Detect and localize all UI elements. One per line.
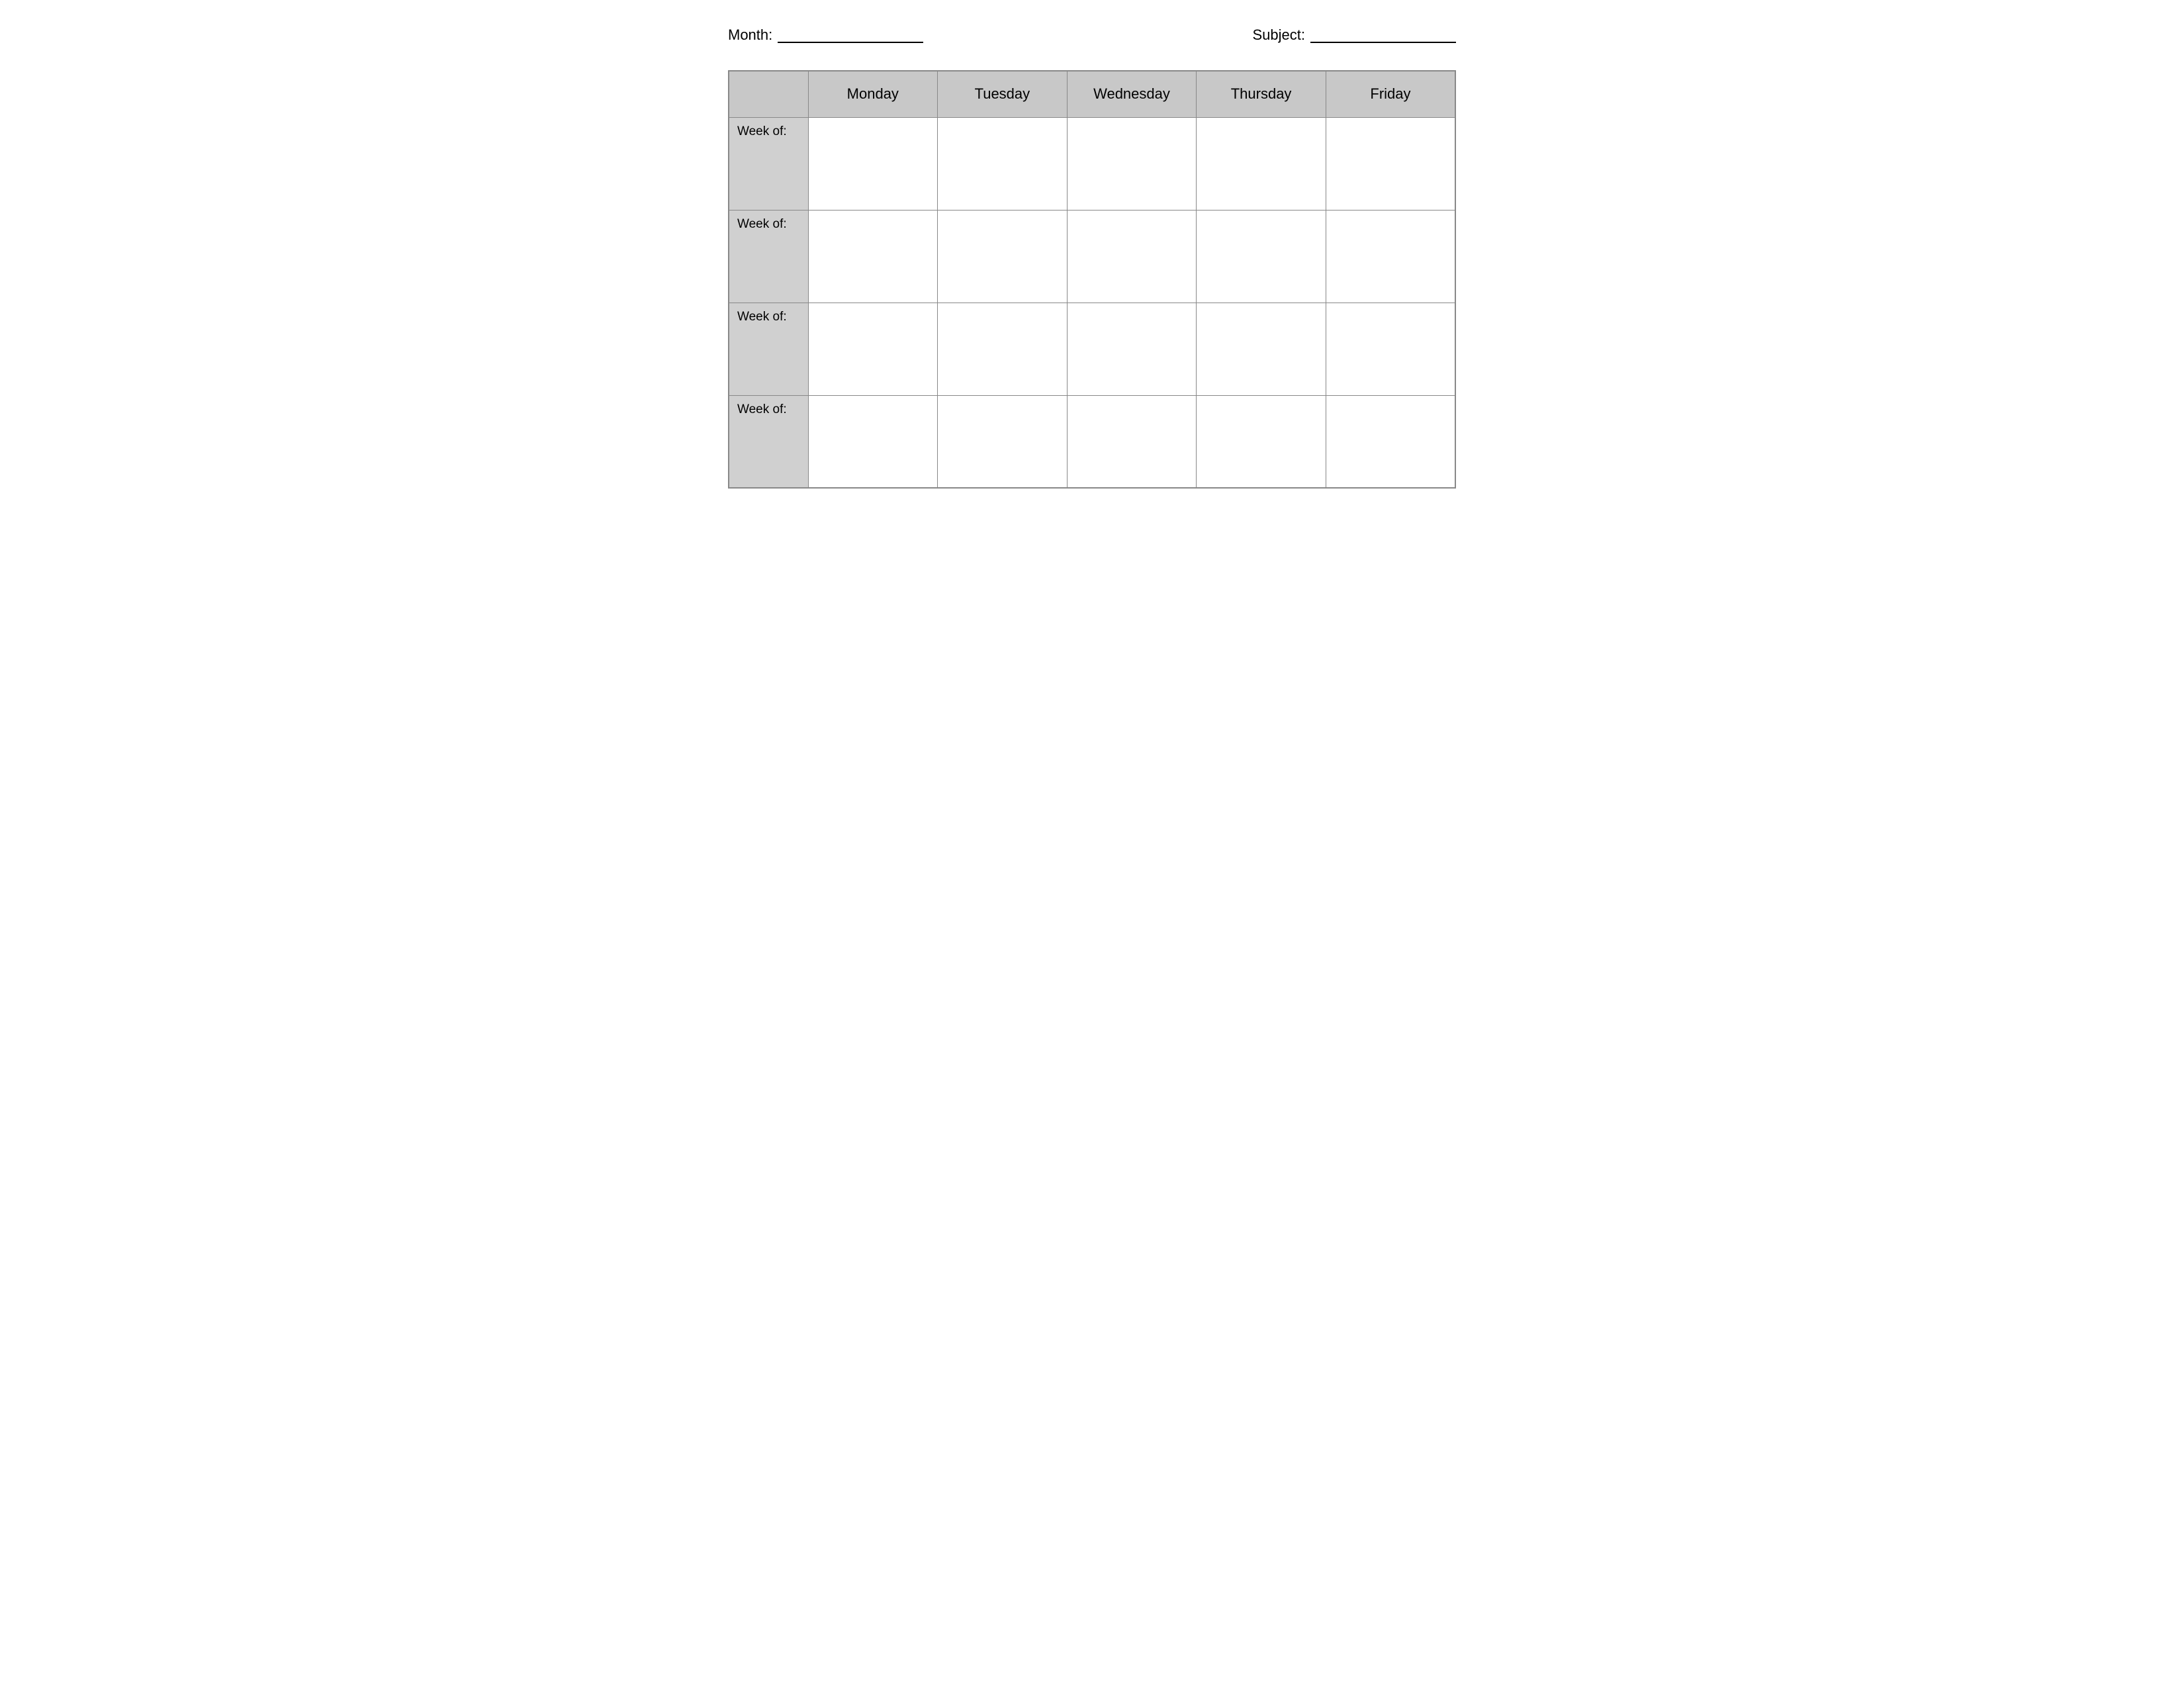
week-label-1: Week of:	[729, 117, 808, 210]
monday-header: Monday	[808, 71, 938, 117]
friday-cell-row3[interactable]	[1326, 303, 1455, 395]
tuesday-cell-row4[interactable]	[938, 395, 1068, 488]
wednesday-cell-row1[interactable]	[1067, 117, 1197, 210]
tuesday-cell-row2[interactable]	[938, 210, 1068, 303]
column-header-row: Monday Tuesday Wednesday Thursday Friday	[729, 71, 1455, 117]
table-row: Week of:	[729, 117, 1455, 210]
tuesday-cell-row3[interactable]	[938, 303, 1068, 395]
month-label: Month:	[728, 26, 772, 44]
table-row: Week of:	[729, 303, 1455, 395]
monday-cell-row2[interactable]	[808, 210, 938, 303]
wednesday-cell-row4[interactable]	[1067, 395, 1197, 488]
thursday-cell-row3[interactable]	[1197, 303, 1326, 395]
subject-underline	[1310, 27, 1456, 43]
week-label-4: Week of:	[729, 395, 808, 488]
wednesday-cell-row3[interactable]	[1067, 303, 1197, 395]
month-field: Month:	[728, 26, 923, 44]
subject-label: Subject:	[1253, 26, 1306, 44]
friday-cell-row4[interactable]	[1326, 395, 1455, 488]
calendar-table: Monday Tuesday Wednesday Thursday Friday…	[728, 70, 1456, 489]
monday-cell-row3[interactable]	[808, 303, 938, 395]
wednesday-cell-row2[interactable]	[1067, 210, 1197, 303]
monday-cell-row4[interactable]	[808, 395, 938, 488]
tuesday-header: Tuesday	[938, 71, 1068, 117]
thursday-cell-row1[interactable]	[1197, 117, 1326, 210]
empty-header-cell	[729, 71, 808, 117]
page-header: Month: Subject:	[728, 26, 1456, 44]
friday-cell-row1[interactable]	[1326, 117, 1455, 210]
subject-field: Subject:	[1253, 26, 1457, 44]
thursday-cell-row2[interactable]	[1197, 210, 1326, 303]
friday-header: Friday	[1326, 71, 1455, 117]
monday-cell-row1[interactable]	[808, 117, 938, 210]
table-row: Week of:	[729, 395, 1455, 488]
table-row: Week of:	[729, 210, 1455, 303]
wednesday-header: Wednesday	[1067, 71, 1197, 117]
week-label-3: Week of:	[729, 303, 808, 395]
friday-cell-row2[interactable]	[1326, 210, 1455, 303]
week-label-2: Week of:	[729, 210, 808, 303]
month-underline	[778, 27, 923, 43]
thursday-cell-row4[interactable]	[1197, 395, 1326, 488]
tuesday-cell-row1[interactable]	[938, 117, 1068, 210]
thursday-header: Thursday	[1197, 71, 1326, 117]
